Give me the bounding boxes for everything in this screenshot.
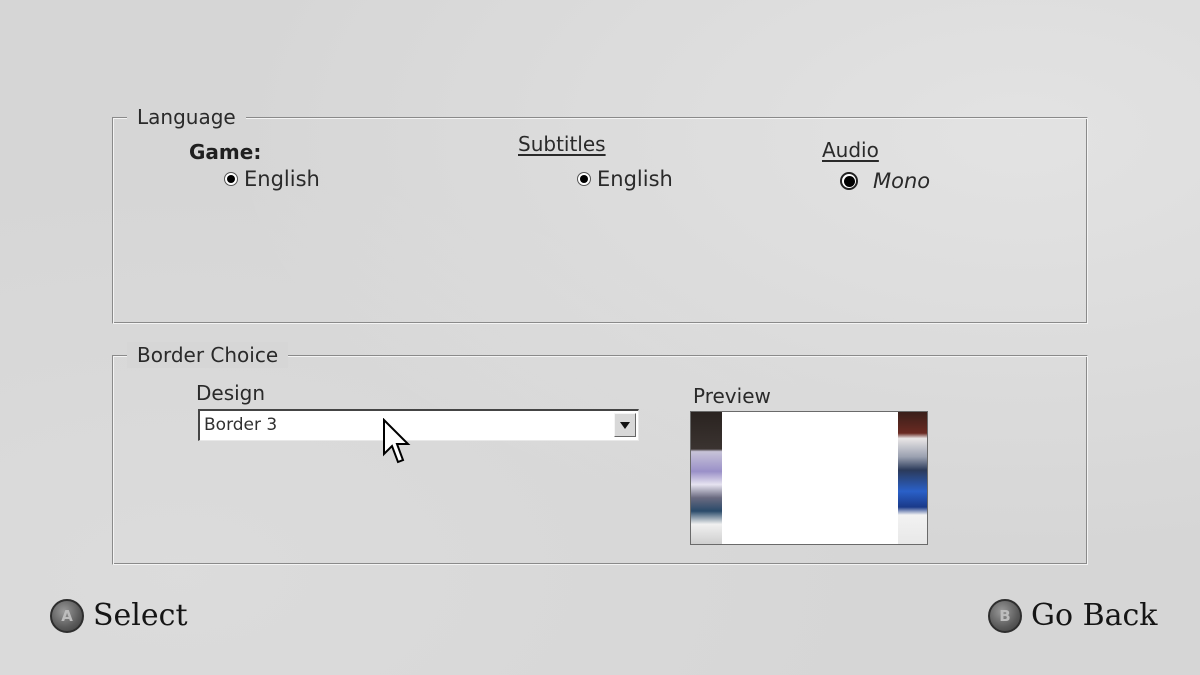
game-option-english[interactable]: English (224, 167, 320, 191)
border-preview-image (690, 411, 928, 545)
game-label: Game: (189, 140, 262, 164)
audio-option-mono[interactable]: Mono (840, 169, 930, 193)
dropdown-arrow-button[interactable] (614, 413, 636, 437)
border-choice-legend: Border Choice (127, 342, 289, 368)
subtitles-option-label: English (597, 167, 673, 191)
preview-right-border-art (898, 412, 927, 544)
language-legend: Language (127, 104, 246, 130)
chevron-down-icon (620, 421, 630, 429)
go-back-prompt-label: Go Back (1031, 598, 1158, 633)
preview-left-border-art (691, 412, 722, 544)
preview-label: Preview (693, 384, 771, 408)
mouse-pointer-icon (383, 418, 411, 464)
radio-selected-icon (577, 172, 591, 186)
subtitles-label[interactable]: Subtitles (518, 132, 606, 156)
b-button-icon: B (988, 598, 1022, 633)
design-label: Design (196, 381, 266, 405)
select-prompt-label: Select (93, 598, 188, 633)
subtitles-option-english[interactable]: English (577, 167, 673, 191)
design-dropdown-value: Border 3 (204, 415, 278, 435)
game-option-label: English (244, 167, 320, 191)
a-button-icon: A (50, 598, 84, 633)
audio-label[interactable]: Audio (822, 138, 879, 162)
radio-selected-icon (840, 172, 858, 190)
audio-option-label: Mono (873, 169, 931, 193)
select-prompt[interactable]: A Select (50, 598, 188, 633)
design-dropdown[interactable]: Border 3 (198, 409, 639, 441)
go-back-prompt[interactable]: B Go Back (988, 598, 1157, 633)
radio-selected-icon (224, 172, 238, 186)
